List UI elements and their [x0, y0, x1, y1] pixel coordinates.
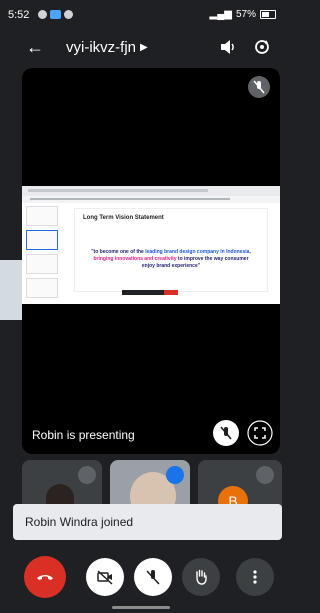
notification-icons: [38, 10, 73, 19]
arrow-left-icon[interactable]: ←: [26, 38, 44, 56]
meeting-code: vyi-ikvz-fjn: [66, 39, 136, 56]
presenting-label: Robin is presenting: [32, 428, 135, 442]
speaking-indicator-icon: [166, 466, 184, 484]
meeting-title[interactable]: vyi-ikvz-fjn ▶: [66, 39, 148, 56]
battery-icon: [260, 10, 276, 19]
camera-toggle-button[interactable]: [86, 558, 124, 596]
whatsapp-icon: [38, 10, 47, 19]
camera-off-icon: [97, 570, 113, 585]
gesture-bar[interactable]: [112, 606, 170, 609]
speaker-icon[interactable]: [219, 38, 237, 56]
quote-highlight: leading brand design company in Indonesi…: [145, 249, 250, 255]
toast-message: Robin Windra joined: [25, 515, 134, 529]
raise-hand-button[interactable]: [182, 558, 220, 596]
slide-thumbnails: [26, 206, 62, 298]
meet-icon: [50, 10, 61, 19]
call-controls: [0, 548, 282, 600]
camera-switch-icon[interactable]: [253, 38, 271, 56]
slide-thumbnail: [26, 230, 58, 250]
hand-icon: [196, 569, 207, 585]
shared-screen: Long Term Vision Statement "to become on…: [22, 186, 280, 304]
fullscreen-icon[interactable]: [247, 420, 273, 446]
quote-text: "to become one of the: [91, 249, 146, 255]
meeting-toolbar: ← vyi-ikvz-fjn ▶: [0, 32, 282, 62]
mic-off-icon: [256, 466, 274, 484]
slides-toolbar: [22, 196, 280, 203]
slide-thumbnail: [26, 206, 58, 226]
gmail-icon: [64, 10, 73, 19]
end-call-button[interactable]: [24, 556, 66, 598]
quote-text: ,: [249, 249, 251, 255]
join-toast: Robin Windra joined: [13, 504, 282, 540]
mic-toggle-button[interactable]: [134, 558, 172, 596]
chevron-right-icon: ▶: [140, 42, 148, 53]
phone-hangup-icon: [37, 575, 53, 580]
mic-off-icon: [146, 570, 160, 585]
status-bar: 5:52 ▂▄▆ 57%: [0, 0, 282, 32]
signal-icon: ▂▄▆: [209, 9, 232, 20]
slide-thumbnail: [26, 278, 58, 298]
background-edge: [0, 260, 22, 320]
more-options-button[interactable]: [236, 558, 274, 596]
status-time: 5:52: [8, 9, 30, 21]
status-right: ▂▄▆ 57%: [210, 9, 276, 20]
battery-percent: 57%: [235, 9, 256, 20]
quote-highlight: bringing innovations and creativity: [93, 256, 177, 262]
slide-canvas: Long Term Vision Statement "to become on…: [74, 208, 268, 292]
sharing-banner: [122, 290, 178, 295]
slide-title: Long Term Vision Statement: [83, 215, 164, 221]
mic-off-icon: [248, 76, 270, 98]
presentation-stage[interactable]: Long Term Vision Statement "to become on…: [22, 68, 280, 454]
slide-quote: "to become one of the leading brand desi…: [89, 249, 253, 270]
more-vert-icon: [253, 570, 257, 584]
mic-off-icon: [78, 466, 96, 484]
slide-thumbnail: [26, 254, 58, 274]
mic-off-icon[interactable]: [213, 420, 239, 446]
